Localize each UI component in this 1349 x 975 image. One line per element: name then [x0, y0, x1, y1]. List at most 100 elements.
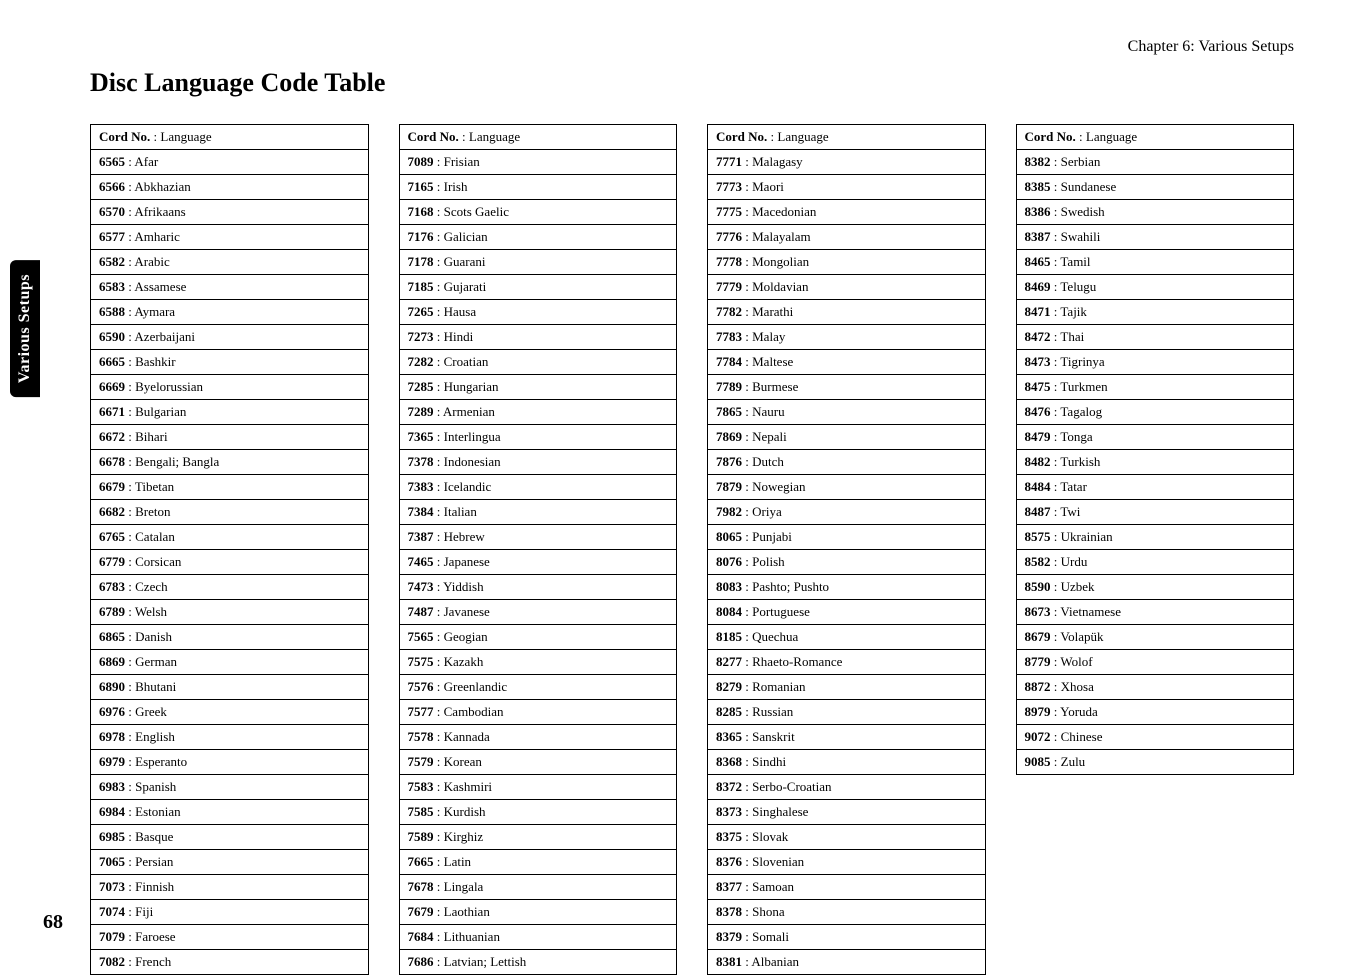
separator: : — [742, 479, 752, 494]
table-row: 7869 : Nepali — [708, 425, 986, 450]
language-code: 6976 — [99, 704, 125, 719]
language-cell: 7365 : Interlingua — [399, 425, 677, 450]
language-cell: 8590 : Uzbek — [1016, 575, 1294, 600]
table-row: 7776 : Malayalam — [708, 225, 986, 250]
language-code: 8679 — [1025, 629, 1051, 644]
language-code: 7583 — [408, 779, 434, 794]
separator: : — [742, 904, 752, 919]
table-row: 6890 : Bhutani — [91, 675, 369, 700]
language-cell: 7575 : Kazakh — [399, 650, 677, 675]
separator: : — [1051, 404, 1061, 419]
language-column: Cord No. : Language8382 : Serbian8385 : … — [1016, 124, 1295, 975]
separator: : — [742, 804, 752, 819]
language-name: Tonga — [1060, 429, 1092, 444]
language-code: 7879 — [716, 479, 742, 494]
language-name: Assamese — [134, 279, 186, 294]
language-code: 7771 — [716, 154, 742, 169]
language-code: 7168 — [408, 204, 434, 219]
language-code: 7487 — [408, 604, 434, 619]
language-cell: 9085 : Zulu — [1016, 750, 1294, 775]
language-code: 7265 — [408, 304, 434, 319]
language-cell: 9072 : Chinese — [1016, 725, 1294, 750]
table-row: 6582 : Arabic — [91, 250, 369, 275]
language-name: Tibetan — [135, 479, 174, 494]
language-cell: 8375 : Slovak — [708, 825, 986, 850]
separator: : — [1051, 579, 1061, 594]
separator: : — [742, 279, 752, 294]
language-code: 6783 — [99, 579, 125, 594]
table-row: 7589 : Kirghiz — [399, 825, 677, 850]
language-cell: 7686 : Latvian; Lettish — [399, 950, 677, 975]
language-code: 8372 — [716, 779, 742, 794]
separator: : — [434, 554, 444, 569]
table-row: 7365 : Interlingua — [399, 425, 677, 450]
separator: : — [1051, 279, 1061, 294]
table-row: 6978 : English — [91, 725, 369, 750]
language-name: Uzbek — [1061, 579, 1095, 594]
language-cell: 7776 : Malayalam — [708, 225, 986, 250]
language-name: Swedish — [1061, 204, 1105, 219]
language-code: 8378 — [716, 904, 742, 919]
language-cell: 8386 : Swedish — [1016, 200, 1294, 225]
language-code: 8279 — [716, 679, 742, 694]
separator: : — [1051, 254, 1061, 269]
separator: : — [434, 754, 444, 769]
separator: : — [742, 679, 752, 694]
separator: : — [125, 154, 134, 169]
language-cell: 8083 : Pashto; Pushto — [708, 575, 986, 600]
language-name: Serbian — [1061, 154, 1101, 169]
table-row: 7073 : Finnish — [91, 875, 369, 900]
language-code: 7869 — [716, 429, 742, 444]
language-cell: 6979 : Esperanto — [91, 750, 369, 775]
separator: : — [742, 329, 752, 344]
separator: : — [1051, 604, 1061, 619]
language-code: 7876 — [716, 454, 742, 469]
language-code: 7178 — [408, 254, 434, 269]
table-row: 6865 : Danish — [91, 625, 369, 650]
language-code: 7065 — [99, 854, 125, 869]
separator: : — [125, 529, 135, 544]
table-row: 7783 : Malay — [708, 325, 986, 350]
language-name: Frisian — [444, 154, 480, 169]
language-cell: 8084 : Portuguese — [708, 600, 986, 625]
table-row: 8372 : Serbo-Croatian — [708, 775, 986, 800]
separator: : — [125, 554, 135, 569]
language-code: 8385 — [1025, 179, 1051, 194]
separator: : — [434, 254, 444, 269]
language-code: 8076 — [716, 554, 742, 569]
table-row: 7074 : Fiji — [91, 900, 369, 925]
language-cell: 8476 : Tagalog — [1016, 400, 1294, 425]
language-name: Lithuanian — [444, 929, 500, 944]
separator: : — [125, 504, 135, 519]
language-code: 7165 — [408, 179, 434, 194]
separator: : — [125, 704, 135, 719]
separator: : — [125, 954, 135, 969]
table-row: 6679 : Tibetan — [91, 475, 369, 500]
language-code: 6978 — [99, 729, 125, 744]
separator: : — [125, 429, 135, 444]
separator: : — [742, 204, 752, 219]
language-code: 8472 — [1025, 329, 1051, 344]
language-name: Sindhi — [752, 754, 786, 769]
separator: : — [742, 354, 752, 369]
language-code: 8376 — [716, 854, 742, 869]
language-cell: 6682 : Breton — [91, 500, 369, 525]
language-code: 7684 — [408, 929, 434, 944]
separator: : — [434, 654, 444, 669]
table-row: 8377 : Samoan — [708, 875, 986, 900]
table-row: 7782 : Marathi — [708, 300, 986, 325]
separator: : — [434, 454, 444, 469]
table-row: 8465 : Tamil — [1016, 250, 1294, 275]
language-table: Cord No. : Language8382 : Serbian8385 : … — [1016, 124, 1295, 775]
table-row: 8387 : Swahili — [1016, 225, 1294, 250]
language-cell: 8582 : Urdu — [1016, 550, 1294, 575]
language-code: 8473 — [1025, 354, 1051, 369]
table-row: 6783 : Czech — [91, 575, 369, 600]
language-name: Estonian — [135, 804, 181, 819]
table-row: 7876 : Dutch — [708, 450, 986, 475]
language-cell: 7779 : Moldavian — [708, 275, 986, 300]
table-row: 8065 : Punjabi — [708, 525, 986, 550]
language-code: 8575 — [1025, 529, 1051, 544]
language-cell: 7576 : Greenlandic — [399, 675, 677, 700]
language-name: Fiji — [135, 904, 153, 919]
